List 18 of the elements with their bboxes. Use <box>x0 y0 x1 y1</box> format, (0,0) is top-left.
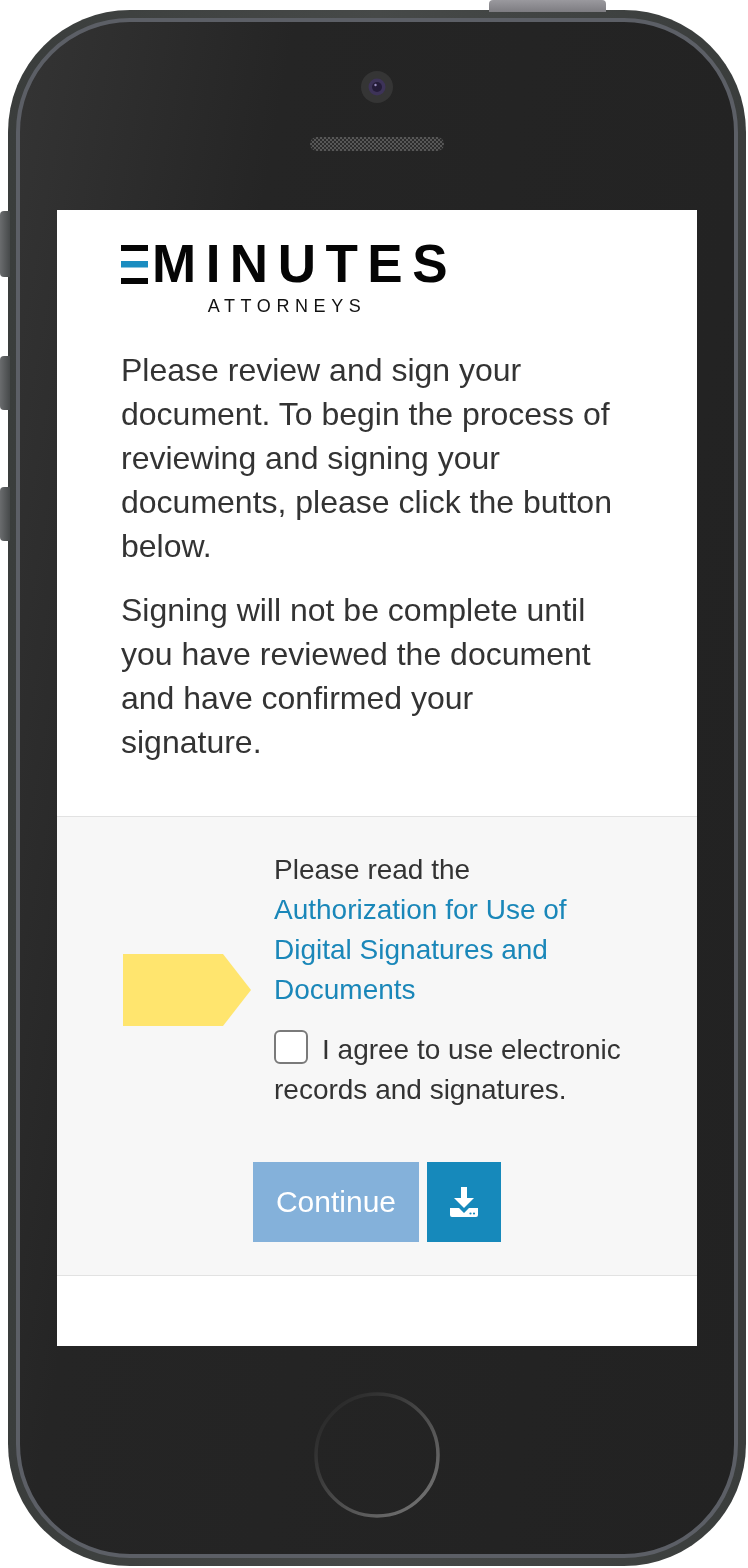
download-icon <box>450 1187 478 1217</box>
home-button-icon <box>314 1392 440 1518</box>
agree-checkbox[interactable] <box>274 1030 308 1064</box>
download-button[interactable] <box>427 1162 501 1242</box>
instruction-text: Signing will not be complete until you have reviewed the document and have confirmed your signature. <box>121 591 592 762</box>
instruction-text: Please review and sign your document. To begin the process of reviewing and signing your documents, please click the button below. <box>121 351 613 566</box>
logo-tagline: ATTORNEYS <box>207 297 367 315</box>
agree-option[interactable]: I agree to use electronic records and signatures. <box>274 1030 636 1110</box>
phone-side-key <box>0 211 10 277</box>
authorization-link[interactable]: Authorization for Use of Digital Signatures and Documents <box>274 890 636 1010</box>
phone-side-key <box>0 356 10 410</box>
logo-mark-icon <box>121 244 148 284</box>
pointer-arrow-icon <box>123 954 251 1026</box>
camera-icon <box>361 71 393 103</box>
logo-wordmark: MINUTES <box>152 244 457 284</box>
speaker-grille-icon <box>310 137 444 151</box>
consent-prompt: Please read the <box>274 853 471 887</box>
phone-side-key <box>0 487 10 541</box>
